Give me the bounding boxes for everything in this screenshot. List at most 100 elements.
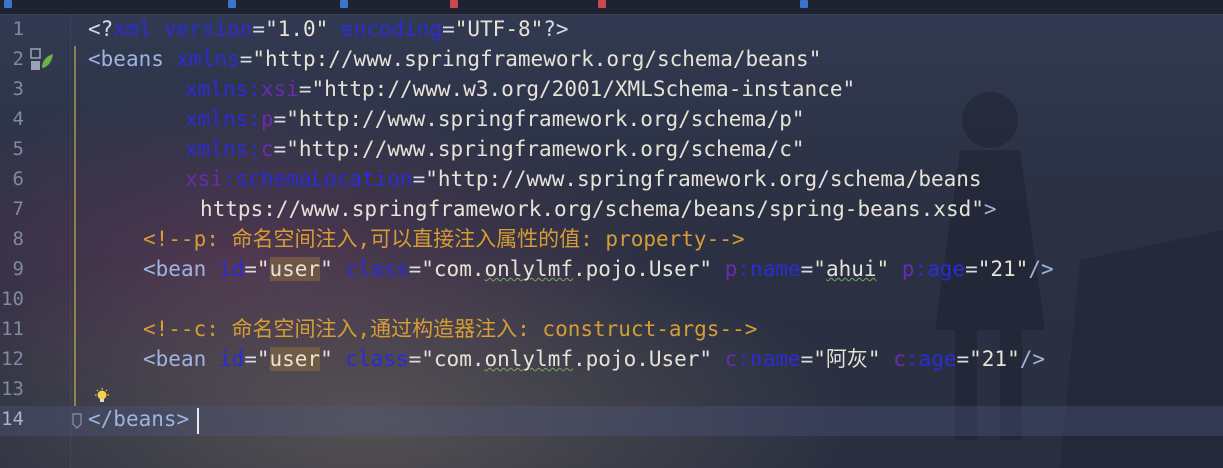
code-line-1[interactable]: <?xml version="1.0" encoding="UTF-8"?> <box>88 14 569 44</box>
tag-name: bean <box>155 257 207 281</box>
tab-file-icon[interactable] <box>450 0 458 8</box>
token: = <box>273 107 287 131</box>
code-line-9[interactable]: <bean id="user" class="com.onlylmf.pojo.… <box>143 254 1054 284</box>
token: encoding <box>340 17 443 41</box>
code-line-4[interactable]: xmlns:p="http://www.springframework.org/… <box>185 104 805 134</box>
token: = <box>252 17 266 41</box>
attribute-name: class <box>345 257 409 281</box>
token: = <box>239 47 253 71</box>
namespace-prefix: c <box>724 347 738 371</box>
code-area[interactable]: <?xml version="1.0" encoding="UTF-8"?> <… <box>88 14 1218 468</box>
token: = <box>408 347 422 371</box>
spring-bean-icon[interactable] <box>30 48 54 72</box>
namespace-prefix: p <box>901 257 915 281</box>
editor-tab-bar <box>0 0 1223 15</box>
token: : <box>905 347 919 371</box>
token: : <box>737 347 751 371</box>
attribute-value: .pojo.User" <box>573 347 713 371</box>
namespace-prefix: c <box>893 347 906 371</box>
token: /> <box>1028 257 1054 281</box>
line-number: 9 <box>12 258 24 280</box>
token: < <box>143 257 156 281</box>
line-number: 7 <box>12 198 24 220</box>
code-line-2[interactable]: <beans xmlns="http://www.springframework… <box>88 44 821 74</box>
attribute-name: id <box>218 347 245 371</box>
code-line-14[interactable]: </beans> <box>88 404 189 434</box>
code-line-7[interactable]: https://www.springframework.org/schema/b… <box>200 194 997 224</box>
line-number: 5 <box>12 138 24 160</box>
line-number-active: 14 <box>1 408 24 430</box>
attribute-value: "com. <box>421 257 485 281</box>
attribute-value: https://www.springframework.org/schema/b… <box>200 197 984 221</box>
attribute-name: xmlns <box>176 47 240 71</box>
token: = <box>442 17 455 41</box>
attribute-value: .pojo.User" <box>573 257 713 281</box>
token: : <box>222 167 236 191</box>
attribute-value: "http://www.springframework.org/schema/b… <box>425 167 982 191</box>
code-line-12[interactable]: <bean id="user" class="com.onlylmf.pojo.… <box>143 344 1045 374</box>
token: > <box>983 197 997 221</box>
code-line-11[interactable]: <!--c: 命名空间注入,通过构造器注入: construct-args--> <box>143 314 757 344</box>
code-line-3[interactable]: xmlns:xsi="http://www.w3.org/2001/XMLSch… <box>185 74 855 104</box>
line-number: 8 <box>12 228 24 250</box>
namespace-prefix: c <box>260 137 274 161</box>
attribute-name: age <box>927 257 966 281</box>
attribute-name: name <box>750 257 801 281</box>
token: > <box>176 407 190 431</box>
token: "1.0" <box>265 17 329 41</box>
line-number: 2 <box>12 48 24 70</box>
token: = <box>965 257 978 281</box>
tab-file-icon[interactable] <box>228 0 236 8</box>
token: ?> <box>543 17 569 41</box>
attribute-value: "阿灰" <box>813 347 881 371</box>
token: : <box>248 107 261 131</box>
tag-name: beans <box>113 407 177 431</box>
typo-underlined-value: onlylmf <box>484 347 573 371</box>
attribute-name: schemaLocation <box>235 167 413 191</box>
line-number: 10 <box>1 288 24 310</box>
code-line-5[interactable]: xmlns:c="http://www.springframework.org/… <box>185 134 805 164</box>
attribute-name: age <box>918 347 957 371</box>
line-number: 6 <box>12 168 24 190</box>
attribute-name: xmlns <box>185 137 249 161</box>
text-cursor <box>197 408 199 434</box>
token: = <box>244 257 257 281</box>
typo-underlined-value: onlylmf <box>484 257 573 281</box>
tab-file-icon[interactable] <box>800 0 808 8</box>
token: = <box>956 347 970 371</box>
code-line-8[interactable]: <!--p: 命名空间注入,可以直接注入属性的值: property--> <box>143 224 745 254</box>
tab-file-icon[interactable] <box>598 0 606 8</box>
namespace-prefix: xsi <box>185 167 223 191</box>
tab-file-icon[interactable] <box>340 0 348 8</box>
attribute-value: "http://www.w3.org/2001/XMLSchema-instan… <box>311 77 856 101</box>
namespace-prefix: p <box>724 257 738 281</box>
code-editor[interactable]: 1 2 3 4 5 6 7 8 9 10 11 12 13 14 <?xml v… <box>0 0 1223 468</box>
token: : <box>248 137 261 161</box>
token: = <box>412 167 426 191</box>
token: = <box>244 347 257 371</box>
token: " <box>813 257 826 281</box>
token: = <box>408 257 422 281</box>
token: < <box>88 47 101 71</box>
token: xml <box>113 17 152 41</box>
attribute-name: name <box>750 347 801 371</box>
fold-icon[interactable] <box>72 413 82 429</box>
token: <? <box>88 17 114 41</box>
attribute-value: "http://www.springframework.org/schema/c… <box>286 137 805 161</box>
code-line-6[interactable]: xsi:schemaLocation="http://www.springfra… <box>185 164 982 194</box>
comment: <!--c: 命名空间注入,通过构造器注入: construct-args--> <box>143 317 758 341</box>
line-number-gutter[interactable]: 1 2 3 4 5 6 7 8 9 10 11 12 13 14 <box>0 14 71 468</box>
token: < <box>143 347 156 371</box>
highlighted-value: user <box>269 347 321 371</box>
attribute-name: xmlns <box>185 77 249 101</box>
attribute-value: "com. <box>421 347 485 371</box>
tag-name: beans <box>100 47 164 71</box>
token: " <box>320 257 333 281</box>
tag-name: bean <box>155 347 207 371</box>
indent-guide <box>74 46 76 406</box>
token: = <box>273 137 287 161</box>
token: /> <box>1019 347 1046 371</box>
token: : <box>248 77 261 101</box>
tab-file-icon[interactable] <box>4 0 12 8</box>
attribute-value: "http://www.springframework.org/schema/p… <box>286 107 805 131</box>
